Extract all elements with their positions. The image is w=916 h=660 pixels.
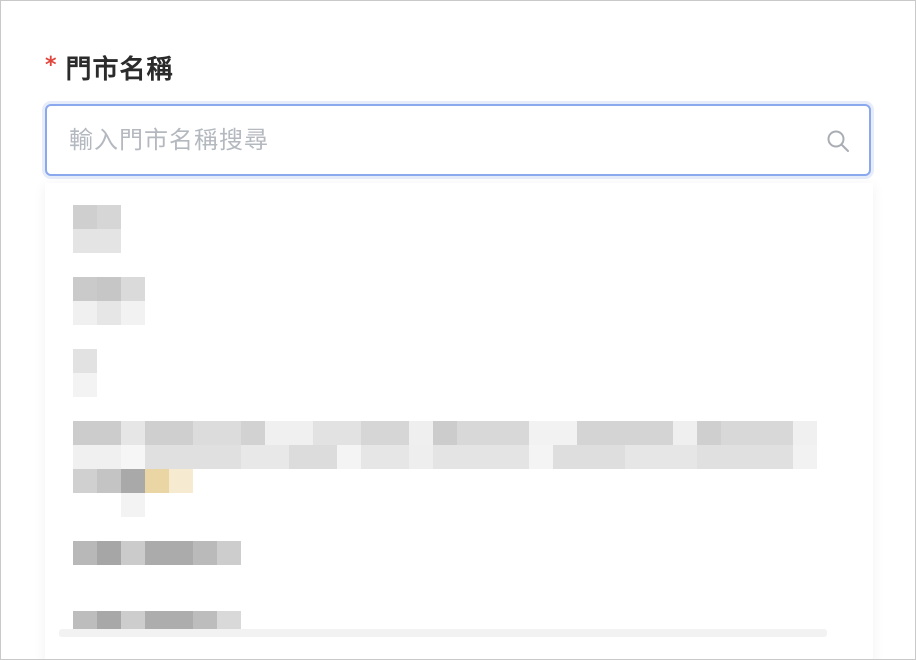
store-option[interactable]: [45, 193, 873, 255]
redacted-text: [73, 205, 97, 229]
redacted-text: [73, 469, 97, 493]
store-options-dropdown: [45, 183, 873, 659]
search-icon[interactable]: [825, 128, 851, 154]
redacted-text: [97, 469, 121, 493]
redacted-text: [73, 445, 817, 469]
redacted-text: [73, 421, 817, 445]
redacted-text: [97, 541, 121, 565]
redacted-text: [169, 469, 193, 493]
redacted-text: [217, 541, 241, 565]
store-option[interactable]: [45, 413, 873, 523]
redacted-text: [193, 541, 217, 565]
store-name-label-text: 門市名稱: [65, 54, 174, 85]
horizontal-scrollbar[interactable]: [59, 629, 827, 637]
redacted-text: [121, 277, 145, 301]
redacted-text: [73, 349, 97, 373]
redacted-text: [97, 301, 121, 325]
store-search-box[interactable]: [45, 104, 871, 176]
redacted-text: [73, 541, 97, 565]
required-mark: *: [45, 52, 58, 78]
redacted-text: [73, 301, 97, 325]
redacted-text: [121, 541, 145, 565]
redacted-text: [121, 301, 145, 325]
redacted-text: [97, 277, 121, 301]
store-option[interactable]: [45, 267, 873, 329]
redacted-text: [73, 229, 121, 253]
store-select-panel: * 門市名稱: [0, 0, 916, 660]
store-name-label: * 門市名稱: [45, 49, 174, 85]
redacted-text: [97, 205, 121, 229]
redacted-text: [145, 541, 193, 565]
redacted-text: [145, 469, 169, 493]
store-search-input[interactable]: [69, 106, 789, 174]
store-option[interactable]: [45, 603, 873, 643]
redacted-text: [73, 277, 97, 301]
redacted-text: [121, 493, 145, 517]
redacted-text: [73, 373, 97, 397]
redacted-text: [121, 469, 145, 493]
store-option[interactable]: [45, 533, 873, 583]
store-option[interactable]: [45, 341, 873, 403]
